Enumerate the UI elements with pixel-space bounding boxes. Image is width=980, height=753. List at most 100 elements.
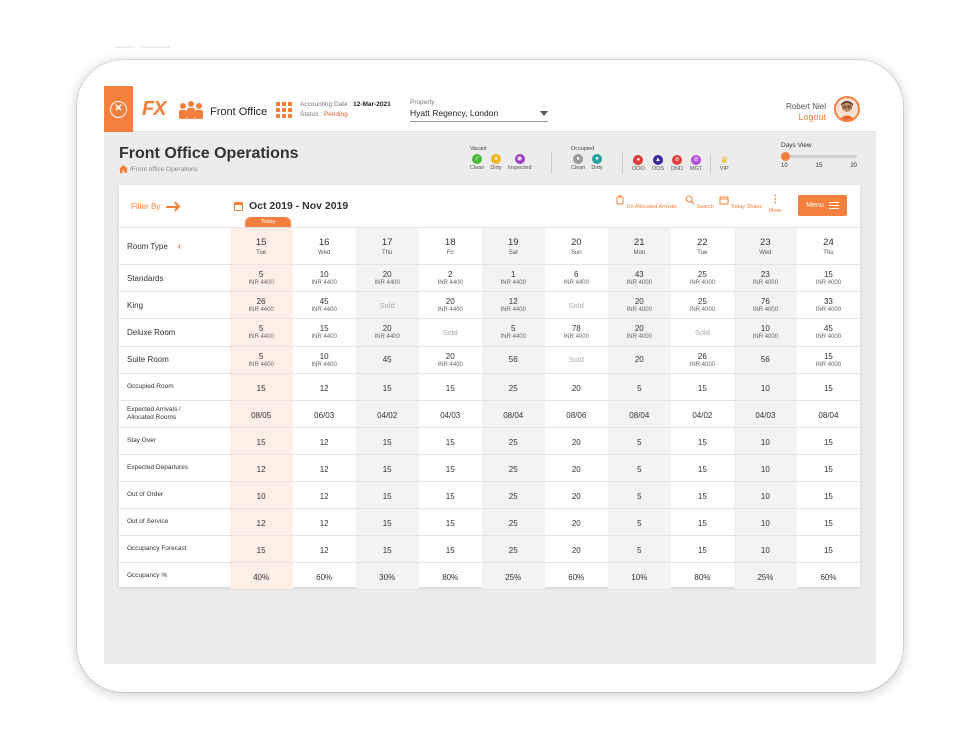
availability-cell[interactable]: 56 <box>733 345 797 374</box>
menu-button[interactable]: Menu <box>798 195 847 216</box>
availability-cell[interactable]: 1 INR 4400 <box>481 263 545 292</box>
days-view-slider[interactable] <box>781 152 857 161</box>
legend-vacant: Vacant ✓ Clean ● Dirty ◉ Inspected <box>470 146 532 171</box>
availability-cell[interactable]: Sold <box>544 345 608 374</box>
today-badge: Today <box>245 217 291 227</box>
stat-value: 25 <box>481 372 545 401</box>
availability-cell[interactable]: Sold <box>670 318 734 347</box>
card-toolbar: Filter By Oct 2019 - Nov 2019 Un Allocat… <box>119 185 860 227</box>
date-column-header[interactable]: 23 Wed <box>733 227 797 265</box>
stat-number: 08/04 <box>629 410 650 420</box>
date-column-header[interactable]: 18 Fri <box>418 227 482 265</box>
availability-cell[interactable]: 5 INR 4400 <box>229 345 293 374</box>
stat-number: 04/02 <box>692 410 713 420</box>
availability-cell[interactable]: 56 <box>481 345 545 374</box>
room-count: 5 <box>511 324 516 334</box>
date-column-header[interactable]: 21 Mon <box>607 227 671 265</box>
date-column-header[interactable]: 19 Sat <box>481 227 545 265</box>
logout-link[interactable]: Logout <box>786 112 826 123</box>
availability-cell[interactable]: 20 INR 4400 <box>355 318 419 347</box>
avatar[interactable] <box>834 96 860 122</box>
filter-by-button[interactable]: Filter By <box>131 202 179 211</box>
date-range[interactable]: Oct 2019 - Nov 2019 <box>234 200 348 212</box>
availability-cell[interactable]: 12 INR 4400 <box>481 291 545 319</box>
availability-cell[interactable]: 15 INR 4000 <box>796 263 860 292</box>
availability-cell[interactable]: 10 INR 4000 <box>733 318 797 347</box>
chevron-down-icon <box>540 111 548 116</box>
stat-number: 10 <box>760 491 770 501</box>
date-column-header[interactable]: 15 Tue <box>229 227 293 265</box>
date-column-header[interactable]: 22 Tue <box>670 227 734 265</box>
stat-value: 15 <box>355 453 419 482</box>
availability-cell[interactable]: 43 INR 4000 <box>607 263 671 292</box>
room-type-header[interactable]: Room Type ‹ <box>119 227 230 265</box>
availability-cell[interactable]: 20 INR 4000 <box>607 291 671 319</box>
availability-cell[interactable]: Sold <box>355 291 419 319</box>
availability-cell[interactable]: 23 INR 4000 <box>733 263 797 292</box>
availability-cell[interactable]: 20 INR 4000 <box>607 318 671 347</box>
room-count: 20 <box>445 297 455 307</box>
availability-cell[interactable]: 33 INR 4000 <box>796 291 860 319</box>
room-rate: INR 4000 <box>815 307 842 314</box>
days-view-label: Days View <box>781 142 812 149</box>
availability-cell[interactable]: 25 INR 4000 <box>670 263 734 292</box>
availability-cell[interactable]: 5 INR 4400 <box>229 263 293 292</box>
room-row: Suite Room 5 INR 4400 10 INR 4400 45 20 INR 440… <box>119 345 860 374</box>
stat-number: 10 <box>760 545 770 555</box>
user-name: Robert Niel <box>785 102 826 111</box>
unallocated-arrivals-button[interactable]: Un Allocated Arrivals <box>615 195 677 210</box>
availability-cell[interactable]: 76 INR 4000 <box>733 291 797 319</box>
home-icon[interactable] <box>119 165 128 173</box>
availability-cell[interactable]: Sold <box>418 318 482 347</box>
day-of-week: Sun <box>570 249 582 256</box>
stat-value: 5 <box>607 453 671 482</box>
stat-value: 10 <box>733 453 797 482</box>
stat-number: 15 <box>823 491 833 501</box>
availability-cell[interactable]: 26 INR 4400 <box>229 291 293 319</box>
availability-cell[interactable]: 10 INR 4400 <box>292 263 356 292</box>
availability-cell[interactable]: 20 INR 4400 <box>418 291 482 319</box>
day-of-week: Tue <box>256 249 267 256</box>
close-button[interactable]: ✕ <box>104 86 133 132</box>
sold-label: Sold <box>568 355 584 365</box>
room-count: 45 <box>823 324 833 334</box>
stat-label: Stay Over <box>119 426 230 455</box>
availability-cell[interactable]: 15 INR 4000 <box>796 345 860 374</box>
date-column-header[interactable]: 24 Thu <box>796 227 860 265</box>
apps-grid-icon[interactable] <box>276 102 292 118</box>
availability-cell[interactable]: 45 INR 4400 <box>292 291 356 319</box>
availability-cell[interactable]: 20 INR 4400 <box>355 263 419 292</box>
day-number: 23 <box>760 236 771 248</box>
date-column-header[interactable]: 17 Thu <box>355 227 419 265</box>
stat-value: 08/04 <box>796 399 860 428</box>
availability-cell[interactable]: 78 INR 4000 <box>544 318 608 347</box>
slider-handle[interactable] <box>781 152 790 161</box>
availability-cell[interactable]: 5 INR 4400 <box>229 318 293 347</box>
date-column-header[interactable]: 20 Sun <box>544 227 608 265</box>
availability-cell[interactable]: 6 INR 4400 <box>544 263 608 292</box>
user-info: Robert Niel Logout <box>786 101 826 123</box>
date-column-header[interactable]: 16 Wed <box>292 227 356 265</box>
room-type-name: Suite Room <box>119 345 230 374</box>
availability-cell[interactable]: 10 INR 4400 <box>292 345 356 374</box>
availability-cell[interactable]: 5 INR 4400 <box>481 318 545 347</box>
availability-cell[interactable]: 45 INR 4000 <box>796 318 860 347</box>
room-count: 20 <box>634 297 644 307</box>
legend-mgt: ⊘ MGT <box>690 155 703 172</box>
availability-cell[interactable]: Sold <box>544 291 608 319</box>
availability-cell[interactable]: 26 INR 4000 <box>670 345 734 374</box>
availability-cell[interactable]: 20 <box>607 345 671 374</box>
availability-cell[interactable]: 15 INR 4400 <box>292 318 356 347</box>
broom-icon: ✓ <box>472 154 483 164</box>
stat-number: 15 <box>256 545 266 555</box>
availability-cell[interactable]: 45 <box>355 345 419 374</box>
availability-cell[interactable]: 20 INR 4400 <box>418 345 482 374</box>
search-button[interactable]: Search <box>685 195 714 210</box>
more-button[interactable]: ⋮ More <box>769 195 782 215</box>
property-select[interactable]: Property Hyatt Regency, London <box>410 99 548 122</box>
availability-cell[interactable]: 2 INR 4400 <box>418 263 482 292</box>
availability-cell[interactable]: 25 INR 4000 <box>670 291 734 319</box>
today-status-button[interactable]: Today Status <box>719 195 762 210</box>
room-rate: INR 4400 <box>248 361 274 368</box>
chevron-left-icon[interactable]: ‹ <box>178 241 181 252</box>
